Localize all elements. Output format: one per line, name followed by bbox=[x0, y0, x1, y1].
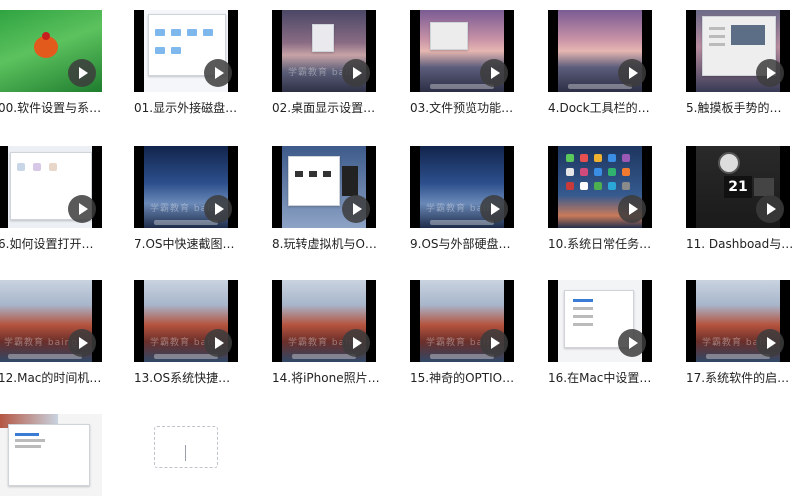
video-title[interactable]: 6.如何设置打开… bbox=[0, 236, 136, 252]
video-title[interactable]: 9.OS与外部硬盘… bbox=[410, 236, 548, 252]
play-icon[interactable] bbox=[618, 195, 646, 223]
video-thumbnail[interactable]: 21 bbox=[686, 146, 790, 228]
video-thumbnail[interactable] bbox=[0, 146, 102, 228]
play-icon[interactable] bbox=[204, 329, 232, 357]
video-thumbnail[interactable] bbox=[548, 10, 652, 92]
video-title[interactable]: 00.软件设置与系… bbox=[0, 100, 136, 116]
video-thumbnail[interactable]: 学霸教育 baing bbox=[272, 280, 376, 362]
video-thumbnail[interactable] bbox=[686, 10, 790, 92]
video-title[interactable]: 17.系统软件的启… bbox=[686, 370, 807, 386]
video-thumbnail[interactable]: 学霸教育 baing bbox=[410, 280, 514, 362]
watermark-text: 学霸教育 baing bbox=[4, 338, 79, 348]
video-title[interactable]: 02.桌面显示设置… bbox=[272, 100, 410, 116]
play-icon[interactable] bbox=[342, 195, 370, 223]
calendar-widget: 21 bbox=[724, 176, 752, 198]
video-thumbnail[interactable]: 学霸教育 baing bbox=[686, 280, 790, 362]
video-title[interactable]: 8.玩转虚拟机与O… bbox=[272, 236, 410, 252]
video-thumbnail[interactable] bbox=[548, 146, 652, 228]
play-icon[interactable] bbox=[68, 195, 96, 223]
video-title[interactable]: 7.OS中快速截图… bbox=[134, 236, 272, 252]
video-thumbnail[interactable] bbox=[548, 280, 652, 362]
play-icon[interactable] bbox=[480, 329, 508, 357]
video-thumbnail[interactable] bbox=[272, 146, 376, 228]
play-icon[interactable] bbox=[756, 195, 784, 223]
video-thumbnail[interactable]: 学霸教育 baing bbox=[134, 146, 238, 228]
video-thumbnail[interactable] bbox=[134, 10, 238, 92]
video-thumbnail[interactable] bbox=[410, 10, 514, 92]
video-title[interactable]: 5.触摸板手势的… bbox=[686, 100, 807, 116]
video-thumbnail[interactable]: 学霸教育 baing bbox=[272, 10, 376, 92]
video-title[interactable]: 4.Dock工具栏的… bbox=[548, 100, 686, 116]
play-icon[interactable] bbox=[204, 59, 232, 87]
add-video-button[interactable] bbox=[154, 426, 218, 468]
video-thumbnail[interactable] bbox=[0, 414, 102, 496]
video-thumbnail[interactable]: 学霸教育 baing bbox=[410, 146, 514, 228]
video-title[interactable]: 01.显示外接磁盘… bbox=[134, 100, 272, 116]
video-thumbnail[interactable]: 学霸教育 baing bbox=[134, 280, 238, 362]
video-title[interactable]: 16.在Mac中设置… bbox=[548, 370, 686, 386]
play-icon[interactable] bbox=[68, 329, 96, 357]
video-thumbnail[interactable]: 学霸教育 baing bbox=[0, 280, 102, 362]
video-title[interactable]: 11. Dashboad与… bbox=[686, 236, 807, 252]
video-title[interactable]: 03.文件预览功能… bbox=[410, 100, 548, 116]
play-icon[interactable] bbox=[342, 59, 370, 87]
video-title[interactable]: 10.系统日常任务… bbox=[548, 236, 686, 252]
video-title[interactable]: 15.神奇的OPTIO… bbox=[410, 370, 548, 386]
play-icon[interactable] bbox=[618, 329, 646, 357]
video-title[interactable]: 13.OS系统快捷… bbox=[134, 370, 272, 386]
video-title[interactable]: 12.Mac的时间机… bbox=[0, 370, 136, 386]
video-thumbnail[interactable] bbox=[0, 10, 102, 92]
play-icon[interactable] bbox=[342, 329, 370, 357]
play-icon[interactable] bbox=[480, 195, 508, 223]
video-title[interactable]: 14.将iPhone照片… bbox=[272, 370, 410, 386]
play-icon[interactable] bbox=[756, 329, 784, 357]
play-icon[interactable] bbox=[756, 59, 784, 87]
play-icon[interactable] bbox=[480, 59, 508, 87]
play-icon[interactable] bbox=[618, 59, 646, 87]
play-icon[interactable] bbox=[68, 59, 96, 87]
play-icon[interactable] bbox=[204, 195, 232, 223]
plus-icon bbox=[185, 445, 186, 461]
